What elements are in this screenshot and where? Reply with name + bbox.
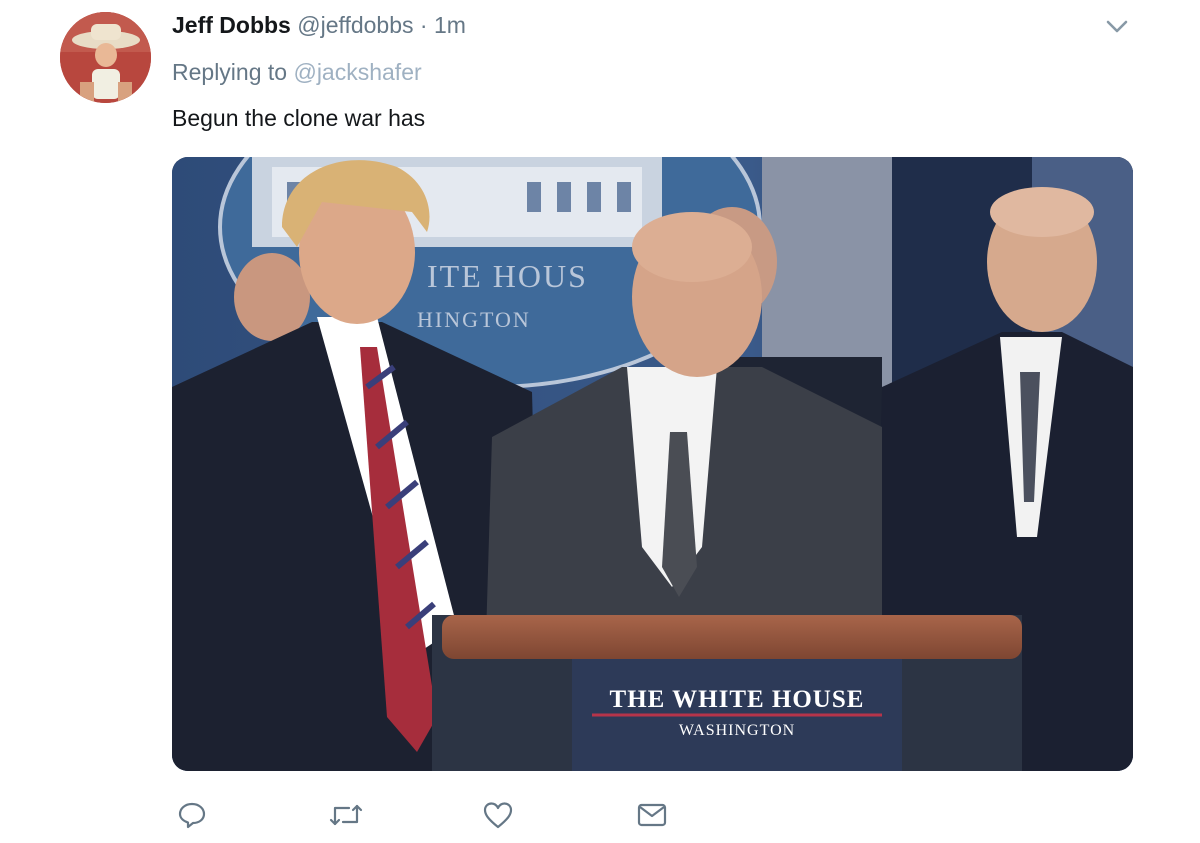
author-name[interactable]: Jeff Dobbs [172,12,291,38]
heart-icon[interactable] [478,795,518,835]
podium-text-line2: WASHINGTON [679,722,795,739]
press-briefing-photo: ITE HOUS HINGTON THE WHITE HOUSE WASHING… [172,157,1133,771]
podium-text-line1: THE WHITE HOUSE [610,686,865,713]
separator-dot: · [419,12,428,38]
tweet-header: Jeff Dobbs @jeffdobbs · 1m [172,10,466,40]
tweet-text: Begun the clone war has [172,105,426,131]
chevron-down-icon[interactable] [1103,14,1131,38]
avatar[interactable] [60,12,151,103]
timestamp[interactable]: 1m [434,12,466,38]
tweet-photo[interactable]: ITE HOUS HINGTON THE WHITE HOUSE WASHING… [172,157,1133,771]
replying-to-mention[interactable]: @jackshafer [293,59,421,85]
reply-icon[interactable] [172,795,212,835]
tweet-actions [172,795,692,835]
replying-to-line: Replying to @jackshafer [172,57,422,87]
envelope-icon[interactable] [632,795,672,835]
retweet-icon[interactable] [326,795,366,835]
author-handle[interactable]: @jeffdobbs [297,12,413,38]
seal-text-line2: HINGTON [417,307,531,332]
avatar-image [60,12,151,103]
replying-to-label: Replying to [172,59,288,85]
seal-text-line1: ITE HOUS [427,258,588,294]
